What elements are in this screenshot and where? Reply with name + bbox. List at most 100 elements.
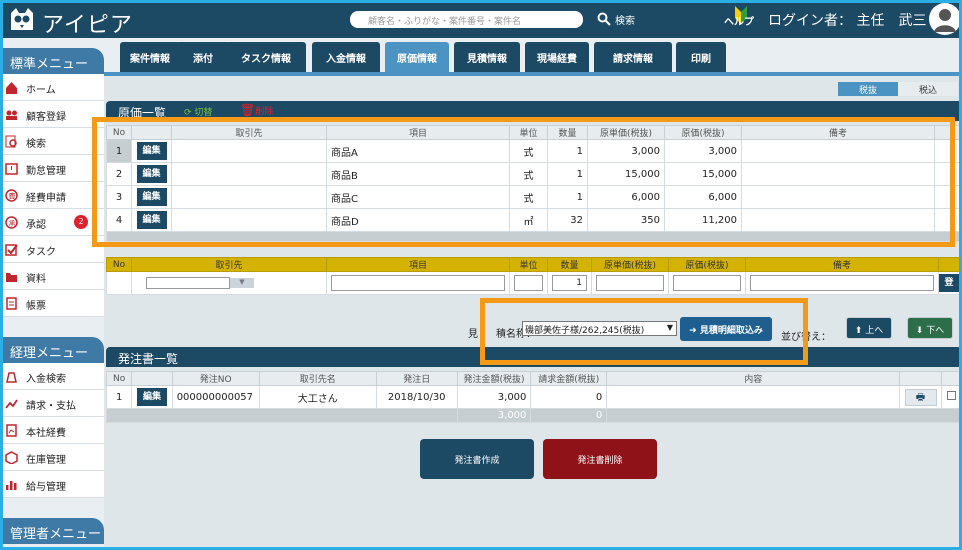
highlight-box-estimate: [480, 298, 808, 365]
notification-badge: 2: [74, 215, 88, 229]
search-input[interactable]: 顧客名・ふりがな・案件番号・案件名: [350, 11, 583, 28]
tax-included-button[interactable]: 税込: [898, 82, 958, 96]
unit-input[interactable]: [514, 275, 543, 291]
move-up-button[interactable]: ⬆ 上へ: [846, 317, 892, 339]
order-header-3: 発注NO: [171, 371, 260, 386]
std-item-3[interactable]: 検索: [0, 128, 104, 155]
sidebar-item-label: 入金検索: [26, 374, 66, 385]
tab-4[interactable]: 入金情報: [312, 42, 380, 72]
expense-icon: 費: [5, 189, 18, 202]
sidebar-item-label: タスク: [26, 247, 56, 258]
sidebar-item-label: 資料: [26, 274, 46, 285]
order-date: 2018/10/30: [375, 385, 458, 409]
entry-header-8: 備考: [745, 257, 939, 272]
std-item-1[interactable]: ホーム: [0, 74, 104, 101]
money-bag-icon: [5, 370, 18, 383]
document-icon: [5, 297, 18, 310]
delete-order-button[interactable]: 発注書削除: [543, 439, 657, 479]
entry-header-5: 数量: [547, 257, 592, 272]
tab-1[interactable]: 案件情報: [120, 42, 180, 72]
std-item-9[interactable]: 帳票: [0, 290, 104, 317]
move-up-label: 上へ: [865, 326, 884, 336]
tab-5[interactable]: 原価情報: [385, 42, 449, 72]
tab-8[interactable]: 請求情報: [594, 42, 672, 72]
table-row[interactable]: 1 編集 000000000057 大工さん 2018/10/30 3,000 0 🖶: [105, 385, 962, 409]
order-total-row: 3,000 0: [106, 408, 962, 423]
order-header-7: 請求金額(税抜): [530, 371, 608, 386]
sidebar-item-label: 本社経費: [26, 428, 66, 439]
app-header: アイピア 顧客名・ふりがな・案件番号・案件名 検索 ヘルプ ログイン者： 主任 …: [0, 0, 962, 38]
acct-item-2[interactable]: 請求・支払: [0, 390, 104, 417]
brand-name[interactable]: アイピア: [42, 7, 133, 39]
admin-menu-title[interactable]: 管理者メニュー: [0, 518, 104, 544]
tab-9[interactable]: 印刷: [676, 42, 726, 72]
delete-label: 削除: [255, 107, 274, 117]
search-doc-icon: [5, 135, 18, 148]
tax-excluded-button[interactable]: 税抜: [838, 82, 898, 96]
move-down-button[interactable]: ⬇ 下へ: [907, 317, 953, 339]
acct-item-4[interactable]: 在庫管理: [0, 444, 104, 471]
order-table: No 発注NO 取引先名 発注日 発注金額(税抜) 請求金額(税抜) 内容 1 編集 00000…: [105, 371, 962, 423]
unit-price-input[interactable]: [596, 275, 664, 291]
entry-header-2: 取引先: [131, 257, 327, 272]
note-input[interactable]: [750, 275, 934, 291]
owl-logo-icon[interactable]: [8, 5, 36, 33]
std-item-6[interactable]: 承 承認 2: [0, 209, 104, 236]
user-avatar[interactable]: [929, 3, 961, 35]
tab-underline: [104, 72, 962, 76]
print-cell: 🖶: [899, 385, 942, 409]
sidebar-item-label: 経費申請: [26, 193, 66, 204]
delete-button[interactable]: 🗑削除: [240, 103, 273, 117]
trash-icon: 🗑: [240, 103, 256, 117]
cost-input[interactable]: [673, 275, 741, 291]
order-total-billed: 0: [530, 408, 608, 423]
tab-bar: 案件情報 添付 タスク情報 入金情報 原価情報 見積情報 現場経費 請求情報 印刷: [104, 38, 962, 72]
order-header-6: 発注金額(税抜): [456, 371, 532, 386]
print-icon[interactable]: 🖶: [904, 388, 937, 406]
box-icon: [5, 451, 18, 465]
tab-6[interactable]: 見積情報: [454, 42, 520, 72]
acct-item-3[interactable]: 本社経費: [0, 417, 104, 444]
order-no: 1: [105, 385, 133, 409]
sidebar-item-label: 顧客登録: [26, 112, 66, 123]
search-button[interactable]: 検索: [615, 12, 635, 27]
tab-3[interactable]: タスク情報: [226, 42, 306, 72]
acct-item-1[interactable]: 入金検索: [0, 363, 104, 390]
login-user: ログイン者： 主任 武三: [768, 13, 927, 29]
tab-7[interactable]: 現場経費: [525, 42, 589, 72]
ledger-icon: [5, 424, 18, 437]
std-item-7[interactable]: タスク: [0, 236, 104, 263]
edit-button[interactable]: 編集: [136, 388, 167, 406]
entry-header-4: 単位: [509, 257, 548, 272]
search-icon[interactable]: [597, 12, 611, 26]
entry-header-1: No: [106, 257, 132, 272]
clock-icon: [5, 162, 18, 175]
sidebar-item-label: 検索: [26, 139, 46, 150]
svg-text:費: 費: [9, 192, 16, 201]
acct-item-5[interactable]: 給与管理: [0, 471, 104, 498]
qty-input[interactable]: 1: [552, 275, 587, 291]
row-checkbox[interactable]: [946, 391, 956, 400]
order-header-2: [131, 371, 173, 386]
vendor-select[interactable]: ▼: [131, 271, 327, 295]
estimate-label: 見: [468, 325, 478, 340]
help-link[interactable]: ヘルプ: [724, 13, 754, 28]
std-item-2[interactable]: 顧客登録: [0, 101, 104, 128]
std-item-8[interactable]: 資料: [0, 263, 104, 290]
sidebar-item-label: 給与管理: [26, 482, 66, 493]
estimate-label-prefix: 見: [468, 329, 478, 340]
order-total-amount: 3,000: [456, 408, 532, 423]
payment-icon: [5, 397, 18, 410]
register-button[interactable]: 登: [939, 274, 959, 292]
home-icon: [5, 81, 18, 94]
sidebar-item-label: 帳票: [26, 301, 46, 312]
tab-2[interactable]: 添付: [176, 42, 230, 72]
standard-menu: ホーム顧客登録検索勤怠管理費 経費申請承 承認 2 タスク資料帳票: [0, 74, 104, 317]
create-order-button[interactable]: 発注書作成: [420, 439, 534, 479]
entry-header-3: 項目: [326, 257, 510, 272]
std-item-4[interactable]: 勤怠管理: [0, 155, 104, 182]
sidebar-item-label: 請求・支払: [26, 401, 76, 412]
order-header-8: 内容: [606, 371, 901, 386]
item-input[interactable]: [331, 275, 505, 291]
std-item-5[interactable]: 費 経費申請: [0, 182, 104, 209]
